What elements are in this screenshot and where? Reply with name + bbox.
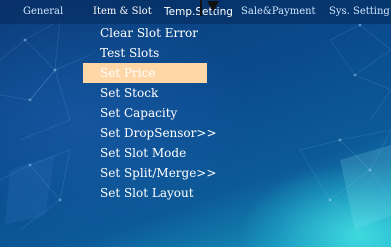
tab-sale-and-payment[interactable]: Sale&Payment: [241, 4, 316, 20]
vending-settings-screen: General Item & Slot Temp.Setting Sale&Pa…: [0, 0, 391, 247]
tab-general[interactable]: General: [23, 4, 63, 20]
slot-settings-menu: Clear Slot Error Test Slots Set Price Se…: [83, 23, 223, 203]
tab-temp-setting[interactable]: Temp.Setting: [164, 4, 233, 20]
menu-item-clear-slot-error[interactable]: Clear Slot Error: [83, 23, 223, 43]
tab-sys-setting[interactable]: Sys. Setting: [329, 4, 390, 20]
menu-item-set-stock[interactable]: Set Stock: [83, 83, 223, 103]
menu-item-set-price[interactable]: Set Price: [83, 63, 207, 83]
menu-item-set-dropsensor[interactable]: Set DropSensor>>: [83, 123, 223, 143]
tab-item-and-slot[interactable]: Item & Slot: [93, 4, 152, 20]
top-tab-bar: General Item & Slot Temp.Setting Sale&Pa…: [0, 0, 391, 24]
arrow-down-icon: [200, 0, 219, 16]
menu-item-set-split-merge[interactable]: Set Split/Merge>>: [83, 163, 223, 183]
menu-item-set-slot-mode[interactable]: Set Slot Mode: [83, 143, 223, 163]
menu-item-test-slots[interactable]: Test Slots: [83, 43, 223, 63]
menu-item-set-capacity[interactable]: Set Capacity: [83, 103, 223, 123]
menu-item-set-slot-layout[interactable]: Set Slot Layout: [83, 183, 223, 203]
